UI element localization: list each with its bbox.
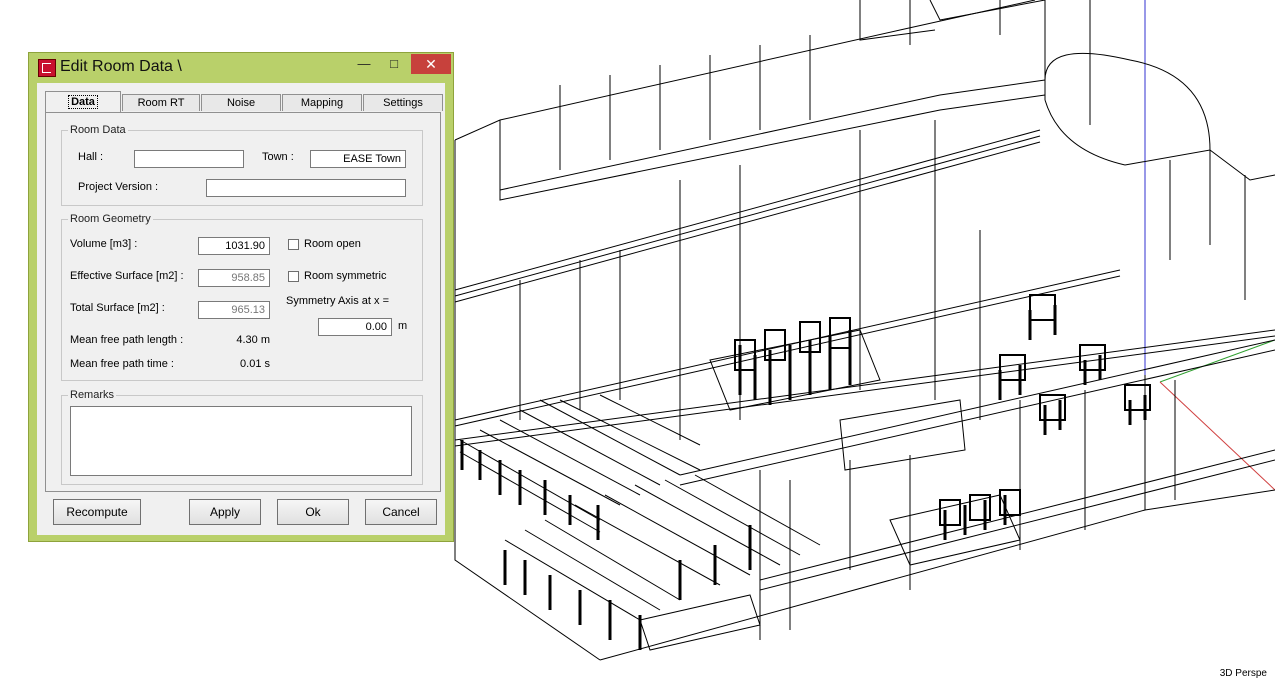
tab-data-label: Data [68, 95, 98, 109]
room-symmetric-label[interactable]: Room symmetric [304, 270, 387, 282]
town-label: Town : [262, 151, 294, 163]
beams [454, 129, 1275, 591]
room-symmetric-checkbox[interactable] [288, 271, 299, 282]
volume-label: Volume [m3] : [70, 238, 138, 250]
dialog-titlebar[interactable]: Edit Room Data \ — □ ✕ [29, 53, 453, 81]
room-open-checkbox[interactable] [288, 239, 299, 250]
room-geometry-group-title: Room Geometry [68, 213, 153, 225]
dialog-client: Data Room RT Noise Mapping Settings Room… [37, 83, 445, 535]
tab-mapping[interactable]: Mapping [282, 94, 362, 111]
mean-free-path-length-label: Mean free path length : [70, 334, 184, 346]
apply-button[interactable]: Apply [189, 499, 261, 525]
mean-free-path-time-value: 0.01 s [240, 358, 270, 370]
symmetry-axis-input[interactable]: 0.00 [318, 318, 392, 336]
room-open-label[interactable]: Room open [304, 238, 361, 250]
total-surface-field: 965.13 [198, 301, 270, 319]
tab-room-rt[interactable]: Room RT [122, 94, 200, 111]
project-version-label: Project Version : [78, 181, 159, 193]
town-input[interactable]: EASE Town [310, 150, 406, 168]
dialog-title: Edit Room Data \ [60, 58, 182, 75]
tab-settings[interactable]: Settings [363, 94, 443, 111]
chair-legs [460, 305, 1147, 650]
room-geometry-group: Room Geometry Volume [m3] : 1031.90 Effe… [61, 213, 423, 381]
hall-input[interactable] [134, 150, 244, 168]
app-icon [38, 59, 56, 77]
hall-label: Hall : [78, 151, 104, 163]
recompute-button[interactable]: Recompute [53, 499, 141, 525]
edit-room-data-dialog: Edit Room Data \ — □ ✕ Data Room RT Nois… [28, 52, 454, 542]
side-walls [454, 120, 1275, 661]
maximize-button[interactable]: □ [379, 54, 409, 74]
volume-input[interactable]: 1031.90 [198, 237, 270, 255]
minimize-button[interactable]: — [349, 54, 379, 74]
data-tab-panel: Room Data Hall : Town : EASE Town Projec… [45, 112, 441, 492]
remarks-group-title: Remarks [68, 389, 117, 401]
total-surface-label: Total Surface [m2] : [70, 302, 165, 314]
project-version-input[interactable] [206, 179, 406, 197]
view-mode-label: 3D Perspe [1219, 668, 1267, 679]
symmetry-axis-label: Symmetry Axis at x = [286, 295, 389, 307]
tab-data[interactable]: Data [45, 91, 121, 113]
tab-noise[interactable]: Noise [201, 94, 281, 111]
mean-free-path-length-value: 4.30 m [236, 334, 270, 346]
room-data-group-title: Room Data [68, 124, 128, 136]
remarks-group: Remarks [61, 389, 423, 485]
symmetry-axis-unit: m [398, 320, 408, 332]
effective-surface-field: 958.85 [198, 269, 270, 287]
remarks-textarea[interactable] [70, 406, 412, 476]
room-data-group: Room Data Hall : Town : EASE Town Projec… [61, 124, 423, 206]
seating-rows [459, 394, 821, 621]
cancel-button[interactable]: Cancel [365, 499, 437, 525]
y-axis-line [1159, 339, 1275, 383]
tab-strip: Data Room RT Noise Mapping Settings [45, 91, 443, 113]
close-button[interactable]: ✕ [411, 54, 451, 74]
ok-button[interactable]: Ok [277, 499, 349, 525]
effective-surface-label: Effective Surface [m2] : [70, 270, 184, 282]
x-axis-line [1159, 381, 1275, 491]
upper-walls [454, 0, 1275, 300]
mean-free-path-time-label: Mean free path time : [70, 358, 174, 370]
chair-frames [734, 294, 1151, 526]
